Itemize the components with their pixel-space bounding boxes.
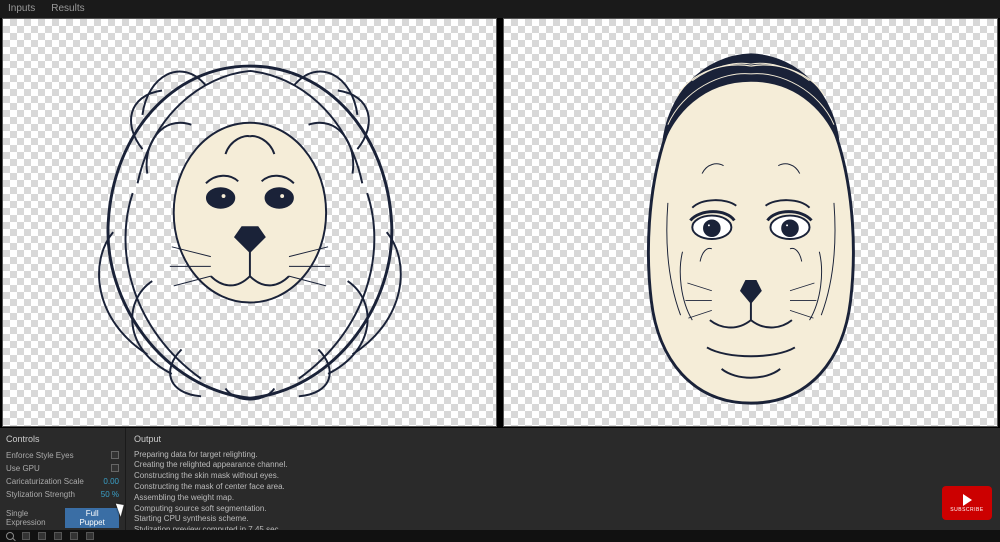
log-line: Preparing data for target relighting. bbox=[134, 450, 992, 461]
tab-inputs[interactable]: Inputs bbox=[8, 3, 35, 14]
control-label: Stylization Strength bbox=[6, 490, 75, 499]
log-line: Assembling the weight map. bbox=[134, 493, 992, 504]
taskbar-app-icon[interactable] bbox=[70, 532, 78, 540]
taskbar-app-icon[interactable] bbox=[22, 532, 30, 540]
output-panel: Output Preparing data for target relight… bbox=[125, 428, 1000, 542]
stylized-face-illustration bbox=[504, 19, 997, 426]
log-line: Computing source soft segmentation. bbox=[134, 504, 992, 515]
control-value: 50 % bbox=[101, 490, 119, 499]
output-log: Preparing data for target relighting. Cr… bbox=[134, 450, 992, 536]
mode-label-single-expression[interactable]: Single Expression bbox=[6, 509, 59, 527]
top-tab-bar: Inputs Results bbox=[0, 0, 1000, 18]
youtube-subscribe-badge[interactable]: SUBSCRIBE bbox=[942, 486, 992, 520]
controls-panel: Controls Enforce Style Eyes Use GPU Cari… bbox=[0, 428, 125, 542]
canvas-row bbox=[0, 18, 1000, 427]
control-label: Use GPU bbox=[6, 464, 40, 473]
control-stylization-strength[interactable]: Stylization Strength 50 % bbox=[6, 489, 119, 500]
control-caricaturization-scale[interactable]: Caricaturization Scale 0.00 bbox=[6, 476, 119, 487]
search-icon[interactable] bbox=[6, 532, 14, 540]
log-line: Constructing the mask of center face are… bbox=[134, 482, 992, 493]
result-panel[interactable] bbox=[503, 18, 998, 427]
log-line: Starting CPU synthesis scheme. bbox=[134, 514, 992, 525]
taskbar-app-icon[interactable] bbox=[54, 532, 62, 540]
taskbar-app-icon[interactable] bbox=[38, 532, 46, 540]
full-puppet-button[interactable]: Full Puppet bbox=[65, 508, 119, 528]
control-value: 0.00 bbox=[103, 477, 119, 486]
mode-row: Single Expression Full Puppet bbox=[6, 508, 119, 528]
taskbar-app-icon[interactable] bbox=[86, 532, 94, 540]
play-icon bbox=[963, 494, 972, 506]
control-label: Caricaturization Scale bbox=[6, 477, 84, 486]
checkbox-icon[interactable] bbox=[111, 451, 119, 459]
control-label: Enforce Style Eyes bbox=[6, 451, 74, 460]
lion-illustration bbox=[3, 19, 496, 426]
control-use-gpu[interactable]: Use GPU bbox=[6, 463, 119, 474]
windows-taskbar[interactable] bbox=[0, 530, 1000, 542]
bottom-panels: Controls Enforce Style Eyes Use GPU Cari… bbox=[0, 427, 1000, 542]
tab-results[interactable]: Results bbox=[51, 3, 84, 14]
subscribe-label: SUBSCRIBE bbox=[950, 507, 983, 513]
style-source-panel[interactable] bbox=[2, 18, 497, 427]
control-enforce-style-eyes[interactable]: Enforce Style Eyes bbox=[6, 450, 119, 461]
controls-title: Controls bbox=[6, 434, 119, 444]
log-line: Constructing the skin mask without eyes. bbox=[134, 471, 992, 482]
log-line: Creating the relighted appearance channe… bbox=[134, 460, 992, 471]
app-window: Inputs Results bbox=[0, 0, 1000, 542]
output-title: Output bbox=[134, 434, 992, 444]
checkbox-icon[interactable] bbox=[111, 464, 119, 472]
